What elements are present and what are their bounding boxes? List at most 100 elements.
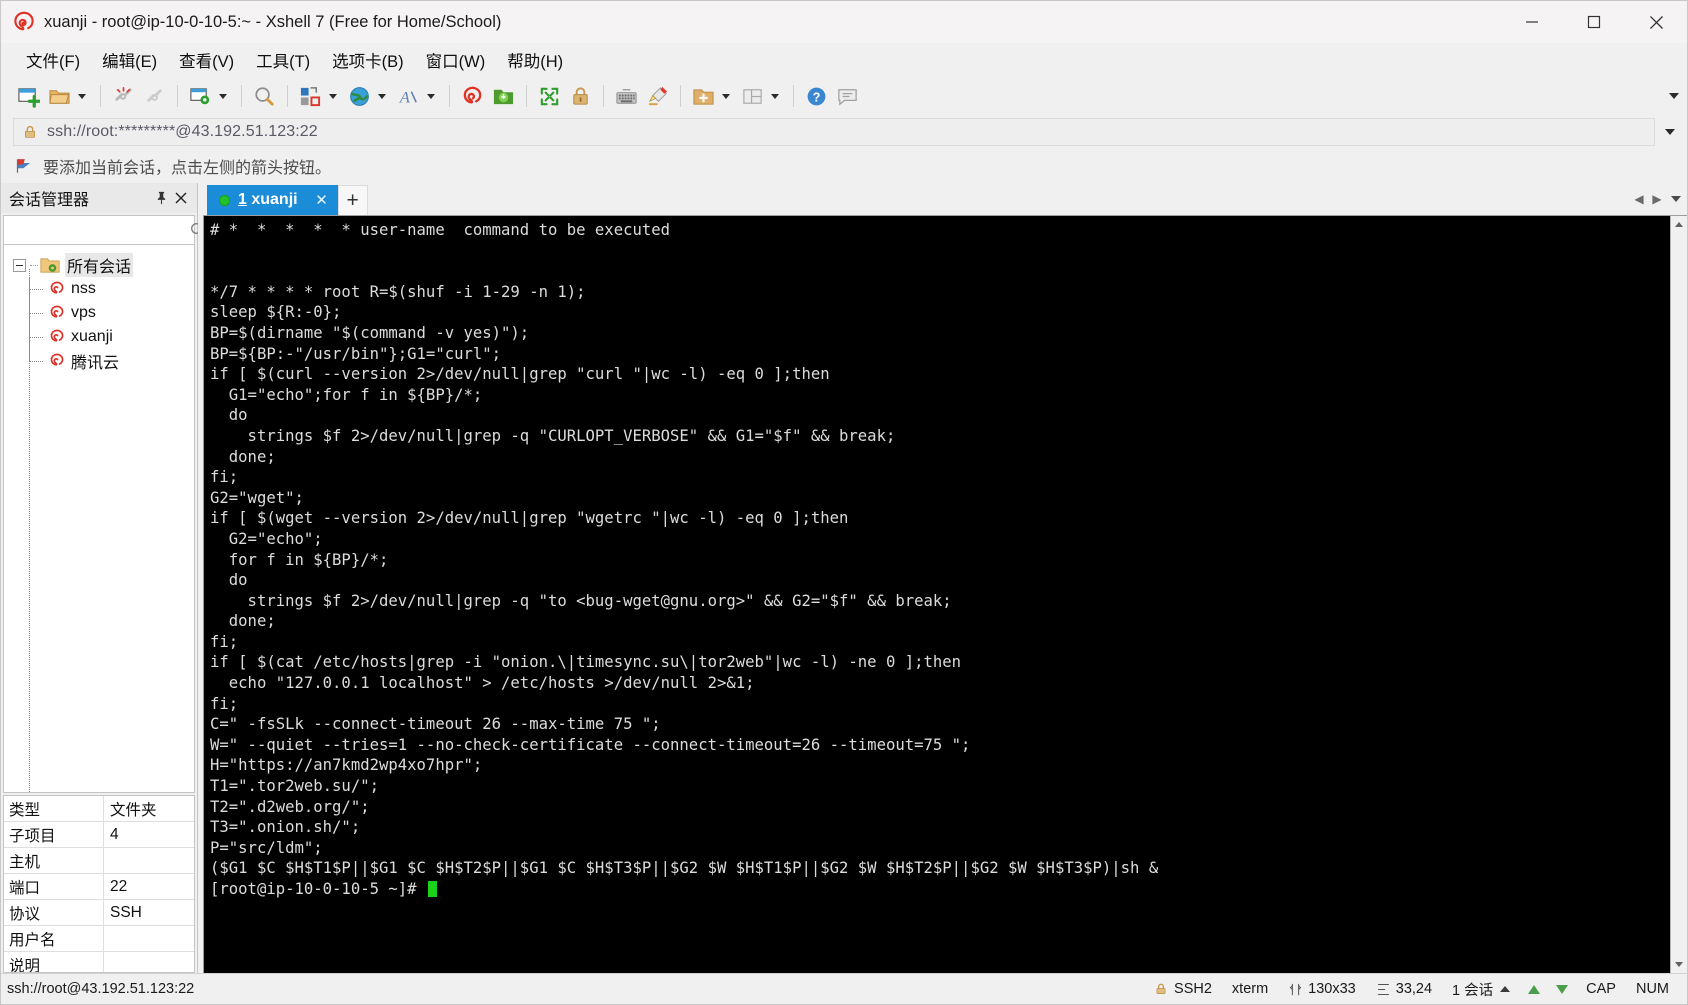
tab-xuanji[interactable]: 1 xuanji ✕	[207, 185, 338, 215]
toolbar-overflow-icon[interactable]	[1669, 93, 1679, 99]
disconnect-icon[interactable]	[108, 81, 138, 111]
terminal-screen[interactable]: # * * * * * user-name command to be exec…	[203, 215, 1687, 973]
layout-icon[interactable]	[737, 81, 767, 111]
svg-text:?: ?	[812, 90, 820, 104]
property-value: 4	[110, 825, 119, 843]
table-row: 端口 22	[4, 874, 194, 900]
font-icon[interactable]: A	[393, 81, 423, 111]
scroll-up-icon[interactable]	[1671, 216, 1687, 233]
tab-scroll-right-icon[interactable]: ▶	[1648, 186, 1666, 212]
terminal-content[interactable]: # * * * * * user-name command to be exec…	[204, 216, 1670, 973]
chevron-up-icon[interactable]	[1500, 986, 1511, 992]
session-item-xuanji[interactable]: xuanji	[4, 325, 194, 349]
xshell-session-icon	[48, 329, 66, 345]
status-sessions[interactable]: 1 会话	[1442, 979, 1520, 1000]
table-row: 说明	[4, 952, 194, 972]
add-to-folder-dropdown-icon[interactable]	[719, 81, 733, 111]
tree-branch	[26, 301, 48, 325]
keyboard-icon[interactable]	[611, 81, 641, 111]
new-tab-button[interactable]: +	[337, 185, 368, 215]
menu-file[interactable]: 文件(F)	[17, 44, 89, 76]
property-value: 文件夹	[110, 801, 157, 819]
pin-icon[interactable]	[151, 187, 171, 209]
toolbar-separator	[793, 85, 794, 107]
session-label: xuanji	[71, 328, 113, 345]
new-session-icon[interactable]	[13, 81, 43, 111]
reconnect-icon[interactable]	[139, 81, 169, 111]
font-dropdown-icon[interactable]	[424, 81, 438, 111]
status-bar: ssh://root@43.192.51.123:22 SSH2 xterm 1…	[1, 973, 1687, 1004]
session-manager-panel: 会话管理器 所有会话 nss vps xuanji 腾讯云 类型 文件夹 子项目…	[1, 183, 206, 973]
menu-tools[interactable]: 工具(T)	[247, 44, 319, 76]
session-properties-icon[interactable]	[185, 81, 215, 111]
toolbar-separator	[177, 85, 178, 107]
scrollbar-track[interactable]	[1671, 233, 1687, 956]
table-row: 主机	[4, 848, 194, 874]
tab-index: 1	[238, 191, 247, 208]
menu-edit[interactable]: 编辑(E)	[93, 44, 166, 76]
tree-root-all-sessions[interactable]: 所有会话	[4, 253, 194, 277]
feedback-icon[interactable]	[832, 81, 862, 111]
property-value: SSH	[110, 903, 142, 921]
search-input[interactable]	[8, 222, 189, 238]
close-panel-icon[interactable]	[171, 187, 191, 209]
session-item-tencent-cloud[interactable]: 腾讯云	[4, 349, 194, 373]
property-key: 主机	[4, 848, 104, 873]
menu-view[interactable]: 查看(V)	[170, 44, 243, 76]
xshell-session-icon	[48, 281, 66, 297]
fullscreen-icon[interactable]	[534, 81, 564, 111]
highlight-icon[interactable]	[642, 81, 672, 111]
tab-close-icon[interactable]: ✕	[314, 191, 330, 209]
session-item-nss[interactable]: nss	[4, 277, 194, 301]
property-key: 用户名	[4, 926, 104, 951]
session-manager-title: 会话管理器	[9, 192, 90, 209]
lock-icon[interactable]	[565, 81, 595, 111]
menu-help[interactable]: 帮助(H)	[498, 44, 572, 76]
open-folder-icon[interactable]	[44, 81, 74, 111]
session-properties-dropdown-icon[interactable]	[216, 81, 230, 111]
status-caps: CAP	[1586, 981, 1616, 997]
tab-list-dropdown-icon[interactable]	[1671, 196, 1681, 202]
collapse-icon[interactable]	[13, 258, 26, 272]
address-dropdown-icon[interactable]	[1665, 129, 1675, 135]
status-size-label: 130x33	[1308, 981, 1356, 997]
toolbar-separator	[526, 85, 527, 107]
maximize-button[interactable]	[1563, 1, 1625, 43]
find-icon[interactable]	[249, 81, 279, 111]
xshell-icon[interactable]	[457, 81, 487, 111]
session-tree: 所有会话 nss vps xuanji 腾讯云	[3, 245, 195, 793]
transfer-dropdown-icon[interactable]	[326, 81, 340, 111]
session-search-box[interactable]	[3, 215, 206, 245]
minimize-button[interactable]	[1501, 1, 1563, 43]
svg-text:A: A	[398, 87, 409, 106]
transfer-icon[interactable]	[295, 81, 325, 111]
tree-root-label: 所有会话	[65, 253, 134, 277]
toolbar-separator	[241, 85, 242, 107]
globe-icon[interactable]	[344, 81, 374, 111]
connection-status-icon	[219, 194, 230, 206]
layout-dropdown-icon[interactable]	[768, 81, 782, 111]
scroll-down-icon[interactable]	[1671, 956, 1687, 973]
close-button[interactable]	[1625, 1, 1687, 43]
add-to-folder-icon[interactable]	[688, 81, 718, 111]
window-controls	[1501, 1, 1687, 43]
property-key: 说明	[4, 952, 104, 972]
menu-window[interactable]: 窗口(W)	[417, 44, 495, 76]
status-num: NUM	[1635, 981, 1669, 997]
open-folder-dropdown-icon[interactable]	[75, 81, 89, 111]
session-label: vps	[71, 304, 96, 321]
tab-scroll-left-icon[interactable]: ◀	[1630, 186, 1648, 212]
address-field[interactable]: ssh://root:*********@43.192.51.123:22	[13, 118, 1655, 146]
terminal-scrollbar[interactable]	[1670, 216, 1687, 973]
help-icon[interactable]: ?	[801, 81, 831, 111]
toolbar-separator	[100, 85, 101, 107]
globe-dropdown-icon[interactable]	[375, 81, 389, 111]
xftp-icon[interactable]	[488, 81, 518, 111]
session-item-vps[interactable]: vps	[4, 301, 194, 325]
toolbar-separator	[603, 85, 604, 107]
table-row: 子项目 4	[4, 822, 194, 848]
menu-tab[interactable]: 选项卡(B)	[323, 44, 413, 76]
tree-connector	[30, 264, 38, 266]
terminal-cursor	[427, 881, 437, 897]
xshell-logo-icon	[13, 11, 35, 33]
